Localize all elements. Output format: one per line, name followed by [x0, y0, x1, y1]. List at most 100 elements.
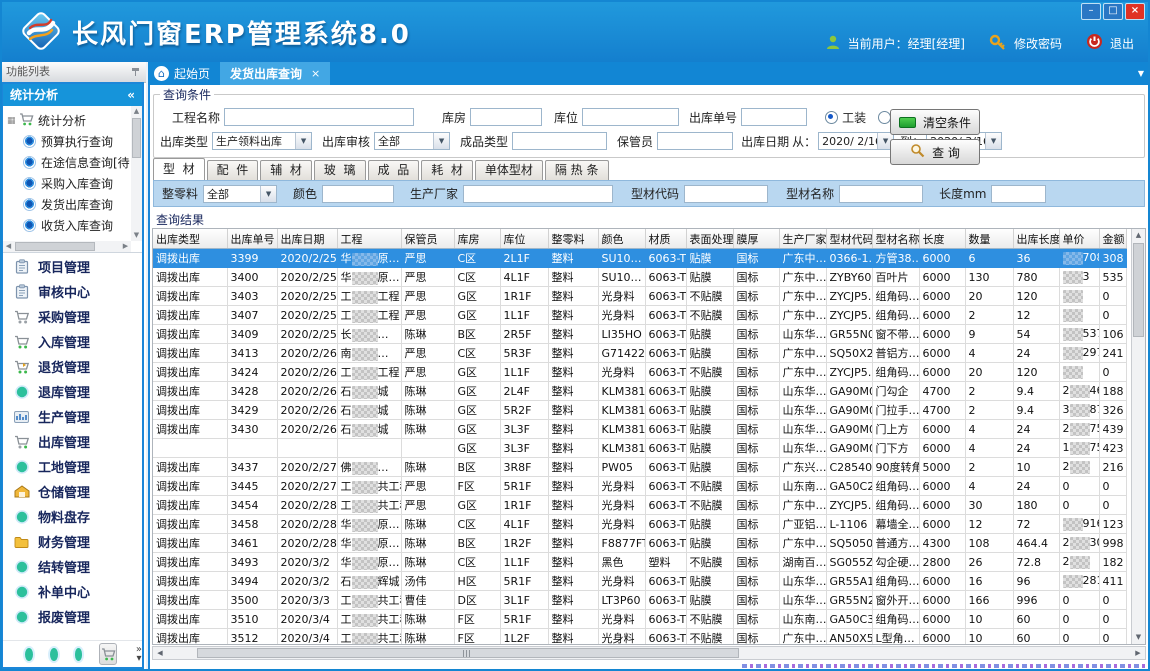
tree-item-5[interactable]: 退货查询[待定]	[7, 236, 130, 240]
tree-item-2[interactable]: 采购入库查询	[7, 173, 130, 194]
table-row[interactable]: 调拨出库34092020/2/25长…陈琳B区2R5F整料LI35HO6063-…	[153, 325, 1126, 344]
column-header-12[interactable]: 生产厂家	[779, 229, 826, 249]
column-header-18[interactable]: 单价	[1059, 229, 1099, 249]
date-from-select[interactable]: 2020/ 2/16▼	[818, 132, 894, 150]
keeper-input[interactable]	[657, 132, 733, 150]
column-header-17[interactable]: 出库长度	[1013, 229, 1059, 249]
sidebar-menu-item-6[interactable]: 生产管理	[3, 404, 142, 429]
module-dot-icon[interactable]	[25, 648, 33, 661]
column-header-0[interactable]: 出库类型	[153, 229, 227, 249]
column-header-4[interactable]: 保管员	[401, 229, 454, 249]
table-row[interactable]: 调拨出库34372020/2/27佛…陈琳B区3R8F整料PW056063-T5…	[153, 458, 1126, 477]
scroll-left-icon[interactable]: ◀	[153, 647, 167, 659]
cart-module-button[interactable]	[99, 643, 117, 665]
table-row[interactable]: 调拨出库34942020/3/2石辉城汤伟H区5R1F整料光身料6063-T5贴…	[153, 572, 1126, 591]
pin-icon[interactable]	[132, 68, 139, 76]
tree-horizontal-scrollbar[interactable]: ◀▶	[3, 241, 131, 252]
minimize-button[interactable]: –	[1081, 3, 1101, 20]
audit-select[interactable]: 全部▼	[374, 132, 450, 150]
tab-list-caret-icon[interactable]: ▼	[1138, 69, 1144, 78]
table-row[interactable]: 调拨出库34072020/2/25工工程严思G区1L1F整料光身料6063-T5…	[153, 306, 1126, 325]
material-tab-1[interactable]: 配 件	[207, 160, 259, 180]
column-header-6[interactable]: 库位	[500, 229, 548, 249]
table-row[interactable]: G区3L3F整料KLM38176063-T5贴膜国标山东华…GA90M09.门下…	[153, 439, 1126, 458]
horizontal-scroll-thumb[interactable]	[197, 648, 739, 658]
table-row[interactable]: 调拨出库34242020/2/26工工程严思G区1L1F整料光身料6063-T5…	[153, 363, 1126, 382]
sidebar-menu-item-8[interactable]: 工地管理	[3, 454, 142, 479]
column-header-9[interactable]: 材质	[645, 229, 686, 249]
material-tab-5[interactable]: 耗 材	[421, 160, 473, 180]
table-row[interactable]: 调拨出库35002020/3/3工共工程曹佳D区3L1F整料LT3P606063…	[153, 591, 1126, 610]
material-tab-3[interactable]: 玻 璃	[314, 160, 366, 180]
sidebar-menu-item-2[interactable]: 采购管理	[3, 304, 142, 329]
table-row[interactable]: 调拨出库34542020/2/28工共工程严思G区1R1F整料光身料6063-T…	[153, 496, 1126, 515]
column-header-19[interactable]: 金额	[1099, 229, 1126, 249]
column-header-1[interactable]: 出库单号	[227, 229, 277, 249]
material-tab-4[interactable]: 成 品	[368, 160, 420, 180]
module-dot-icon[interactable]	[75, 648, 83, 661]
table-row[interactable]: 调拨出库34002020/2/25华原…严思C区4L1F整料SU10…6063-…	[153, 268, 1126, 287]
out-type-select[interactable]: 生产领料出库▼	[212, 132, 312, 150]
overflow-button[interactable]: »▾	[136, 645, 142, 663]
product-type-input[interactable]	[512, 132, 607, 150]
sidebar-menu-item-10[interactable]: 物料盘存	[3, 504, 142, 529]
table-row[interactable]: 调拨出库34292020/2/26石城陈琳G区5R2F整料KLM38176063…	[153, 401, 1126, 420]
column-header-11[interactable]: 膜厚	[733, 229, 779, 249]
table-row[interactable]: 调拨出库34282020/2/26石城陈琳G区2L4F整料KLM38176063…	[153, 382, 1126, 401]
material-tab-7[interactable]: 隔 热 条	[545, 160, 609, 180]
name-input[interactable]	[839, 185, 923, 203]
radio-work-icon[interactable]	[825, 111, 838, 124]
tree-vertical-scrollbar[interactable]: ▲▼	[131, 106, 142, 241]
sidebar-menu-item-9[interactable]: 仓储管理	[3, 479, 142, 504]
clear-conditions-button[interactable]: 清空条件	[890, 109, 980, 135]
change-password-link[interactable]: 修改密码	[1014, 35, 1062, 52]
scroll-up-icon[interactable]: ▲	[1132, 229, 1145, 242]
whole-select[interactable]: 全部▼	[203, 185, 277, 203]
sidebar-menu-item-0[interactable]: 项目管理	[3, 254, 142, 279]
material-tab-2[interactable]: 辅 材	[260, 160, 312, 180]
table-row[interactable]: 调拨出库34452020/2/27工共工程严思F区5R1F整料光身料6063-T…	[153, 477, 1126, 496]
sidebar-menu-item-11[interactable]: 财务管理	[3, 529, 142, 554]
tree-item-4[interactable]: 收货入库查询	[7, 215, 130, 236]
room-input[interactable]	[470, 108, 542, 126]
sidebar-menu-item-13[interactable]: 补单中心	[3, 579, 142, 604]
tab-close-icon[interactable]: ×	[311, 67, 320, 80]
tree-root[interactable]: ▦ 统计分析	[7, 110, 130, 131]
material-tab-6[interactable]: 单体型材	[475, 160, 543, 180]
tree-expander-icon[interactable]: ▦	[7, 116, 15, 126]
color-input[interactable]	[322, 185, 394, 203]
tree-item-1[interactable]: 在途信息查询[待	[7, 152, 130, 173]
sidebar-section-header[interactable]: 统计分析 «	[3, 84, 142, 106]
sidebar-menu-item-3[interactable]: 入库管理	[3, 329, 142, 354]
maker-input[interactable]	[463, 185, 613, 203]
column-header-7[interactable]: 整零料	[548, 229, 598, 249]
column-header-8[interactable]: 颜色	[598, 229, 645, 249]
sidebar-menu-item-1[interactable]: 审核中心	[3, 279, 142, 304]
scroll-down-icon[interactable]: ▼	[1132, 631, 1145, 644]
sidebar-menu-item-12[interactable]: 结转管理	[3, 554, 142, 579]
tab-home[interactable]: ⌂ 起始页	[148, 62, 220, 85]
column-header-5[interactable]: 库房	[454, 229, 500, 249]
collapse-icon[interactable]: «	[127, 84, 135, 106]
logout-link[interactable]: 退出	[1110, 35, 1134, 52]
material-tab-0[interactable]: 型 材	[153, 158, 205, 180]
vertical-scrollbar[interactable]: ▲ ▼	[1131, 229, 1145, 644]
length-input[interactable]	[991, 185, 1046, 203]
horizontal-scrollbar[interactable]: ◀ ▶	[152, 646, 1146, 660]
sidebar-menu-item-5[interactable]: 退库管理	[3, 379, 142, 404]
table-row[interactable]: 调拨出库34932020/3/2华原…陈琳C区1L1F整料黑色塑料不贴膜国标湖南…	[153, 553, 1126, 572]
vertical-scroll-thumb[interactable]	[1133, 243, 1144, 337]
module-dot-icon[interactable]	[50, 648, 58, 661]
order-no-input[interactable]	[741, 108, 807, 126]
column-header-2[interactable]: 出库日期	[277, 229, 337, 249]
scroll-right-icon[interactable]: ▶	[1131, 647, 1145, 659]
table-row[interactable]: 调拨出库33992020/2/25华原…严思C区2L1F整料SU10…6063-…	[153, 249, 1126, 268]
table-row[interactable]: 调拨出库34032020/2/25工工程严思G区1R1F整料光身料6063-T5…	[153, 287, 1126, 306]
column-header-14[interactable]: 型材名称	[872, 229, 919, 249]
sidebar-menu-item-4[interactable]: 退货管理	[3, 354, 142, 379]
table-row[interactable]: 调拨出库34582020/2/28华原…陈琳C区4L1F整料光身料6063-T5…	[153, 515, 1126, 534]
radio-work-option[interactable]: 工装	[825, 109, 866, 126]
column-header-3[interactable]: 工程	[337, 229, 401, 249]
column-header-16[interactable]: 数量	[965, 229, 1013, 249]
project-name-input[interactable]	[224, 108, 414, 126]
